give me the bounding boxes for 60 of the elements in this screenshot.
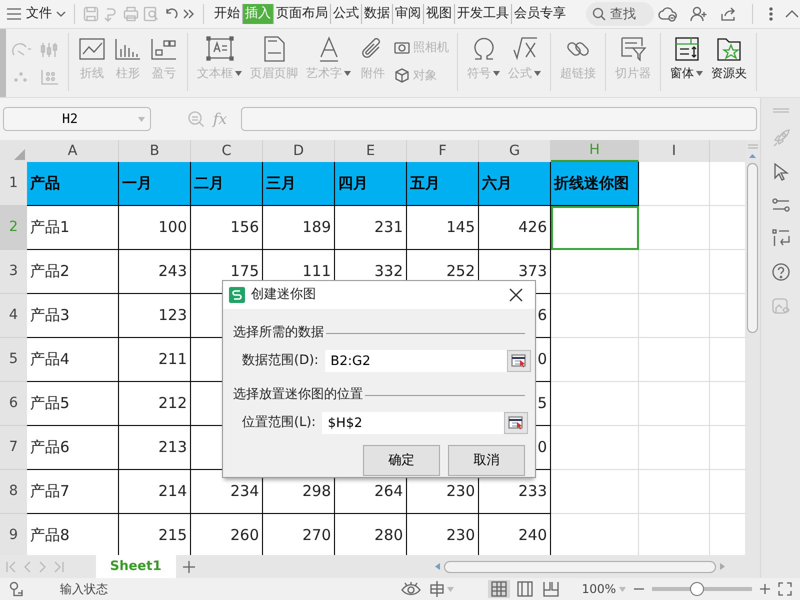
table-cell: 产品2 <box>27 250 119 294</box>
field-label: 位置范围(L): <box>242 414 316 432</box>
table-cell: 213 <box>119 426 191 470</box>
row-header[interactable]: 4 <box>0 294 27 338</box>
menu-tab[interactable]: 视图 <box>423 4 454 24</box>
table-cell: 211 <box>119 338 191 382</box>
row-header[interactable]: 8 <box>0 470 27 514</box>
table-cell: 189 <box>263 206 335 250</box>
menu-tab[interactable]: 数据 <box>361 4 392 24</box>
header-cell: 一月 <box>119 162 191 206</box>
row-header[interactable]: 3 <box>0 250 27 294</box>
table-cell: 产品3 <box>27 294 119 338</box>
ribbon-button[interactable]: 资源夹 <box>708 33 750 82</box>
ribbon-button[interactable]: 窗体 <box>667 33 706 82</box>
table-cell: 145 <box>407 206 479 250</box>
name-box[interactable]: H2 <box>3 107 151 131</box>
menu-tab[interactable]: 会员专享 <box>511 4 568 24</box>
search-field[interactable]: 查找 <box>586 2 654 26</box>
table-cell: 产品5 <box>27 382 119 426</box>
zoom-level[interactable]: 100% <box>582 580 616 598</box>
file-menu[interactable]: 文件 <box>26 4 52 24</box>
menu-tab[interactable]: 审阅 <box>392 4 423 24</box>
table-cell: 426 <box>479 206 551 250</box>
table-cell: 100 <box>119 206 191 250</box>
row-header[interactable]: 5 <box>0 338 27 382</box>
header-cell: 四月 <box>335 162 407 206</box>
table-cell: 156 <box>191 206 263 250</box>
column-header[interactable]: I <box>639 140 710 162</box>
table-cell: 231 <box>335 206 407 250</box>
table-cell: 产品7 <box>27 470 119 514</box>
table-cell: 214 <box>119 470 191 514</box>
table-cell: 产品6 <box>27 426 119 470</box>
table-cell: 产品4 <box>27 338 119 382</box>
header-cell: 产品 <box>27 162 119 206</box>
table-cell: 123 <box>119 294 191 338</box>
menu-tab[interactable]: 页面布局 <box>273 4 330 24</box>
menu-tab[interactable]: 开发工具 <box>454 4 511 24</box>
status-text: 输入状态 <box>60 581 108 598</box>
table-cell: 243 <box>119 250 191 294</box>
range-field[interactable]: B2:G2 <box>324 350 507 372</box>
sheet-tab[interactable]: Sheet1 <box>96 555 176 578</box>
header-cell: 折线迷你图 <box>551 162 639 206</box>
dialog-button[interactable]: 确定 <box>363 445 440 476</box>
header-cell: 六月 <box>479 162 551 206</box>
header-cell: 三月 <box>263 162 335 206</box>
row-header[interactable]: 6 <box>0 382 27 426</box>
menu-tab[interactable]: 开始 <box>212 4 242 24</box>
field-label: 数据范围(D): <box>242 352 319 370</box>
table-cell: 产品1 <box>27 206 119 250</box>
menu-tab[interactable]: 公式 <box>330 4 361 24</box>
section-heading: 选择放置迷你图的位置 <box>233 386 363 404</box>
header-cell: 二月 <box>191 162 263 206</box>
header-cell: 五月 <box>407 162 479 206</box>
row-header[interactable]: 7 <box>0 426 27 470</box>
row-header[interactable]: 1 <box>0 162 27 206</box>
row-header[interactable]: 9 <box>0 514 27 555</box>
table-cell: 212 <box>119 382 191 426</box>
range-field[interactable]: $H$2 <box>322 412 504 434</box>
dialog-button[interactable]: 取消 <box>448 445 525 476</box>
section-heading: 选择所需的数据 <box>233 324 324 342</box>
